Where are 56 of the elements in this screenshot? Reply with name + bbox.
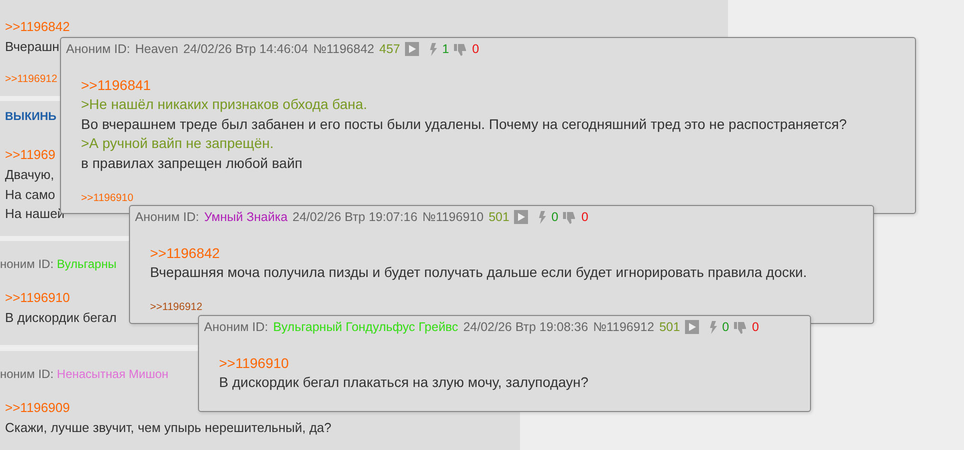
- reply-link[interactable]: >>1196841: [81, 75, 151, 95]
- poster-label: ноним ID:: [0, 367, 54, 381]
- poster-label: Аноним ID:: [66, 41, 130, 57]
- backlink[interactable]: >>1196912: [150, 300, 202, 313]
- poster-label: Аноним ID:: [204, 319, 268, 335]
- post-text: Во вчерашнем треде был забанен и его посты были удалены. Почему на сегодняшний тред это не распостраняется?: [81, 114, 847, 134]
- post-date: 24/02/26 Втр 14:46:04: [183, 41, 308, 57]
- post-text: Скажи, лучше звучит, чем упырь нерешительный, да?: [5, 419, 332, 437]
- backlink[interactable]: >>1196912: [5, 72, 58, 84]
- lightning-icon[interactable]: [429, 42, 438, 56]
- post-number[interactable]: №1196910: [422, 209, 484, 225]
- backlink[interactable]: >>1196910: [81, 192, 134, 204]
- lightning-icon[interactable]: [709, 320, 718, 334]
- like-count: 0: [722, 319, 730, 335]
- poster-name: Вульгарны: [56, 257, 116, 271]
- reply-link[interactable]: >>1196909: [5, 398, 70, 418]
- thumbs-down-icon[interactable]: [454, 42, 468, 56]
- post-text: Двачую,: [5, 166, 54, 184]
- thumbs-down-icon[interactable]: [734, 320, 748, 334]
- reply-link[interactable]: >>1196842: [5, 17, 70, 37]
- quote-text: >А ручной вайп не запрещён.: [81, 134, 274, 154]
- post-text: В дискордик бегал: [5, 309, 117, 327]
- post-count: 501: [488, 209, 510, 225]
- poster-label: Аноним ID:: [135, 209, 200, 225]
- post-text: В дискордик бегал плакаться на злую мочу, залуподаун?: [219, 373, 588, 392]
- post-date: 24/02/26 Втр 19:07:16: [292, 209, 418, 225]
- post-count: 501: [659, 319, 680, 335]
- post-number[interactable]: №1196912: [593, 319, 654, 335]
- poster-name: Heaven: [135, 41, 178, 57]
- thread-title: ВЫКИНЬ: [5, 110, 56, 125]
- thumbs-down-icon[interactable]: [563, 210, 576, 224]
- lightning-icon[interactable]: [538, 210, 546, 224]
- post-text: На само: [5, 186, 56, 204]
- poster-name: Умный Знайка: [204, 209, 288, 225]
- poster-label: ноним ID:: [0, 257, 54, 271]
- quote-text: >Не нашёл никаких признаков обхода бана.: [81, 95, 368, 114]
- like-count: 0: [551, 209, 558, 225]
- post-text: Вчерашн: [5, 38, 60, 56]
- dislike-count: 0: [581, 209, 588, 225]
- poster-name: Вульгарный Гондульфус Грейвс: [273, 319, 458, 335]
- play-icon[interactable]: [405, 42, 420, 56]
- post-count: 457: [379, 41, 400, 57]
- reply-link[interactable]: >>1196910: [219, 353, 289, 373]
- poster-name: Ненасытная Мишон: [56, 367, 168, 381]
- dislike-count: 0: [752, 319, 759, 335]
- play-icon[interactable]: [514, 210, 528, 224]
- post-text: в правилах запрещен любой вайп: [81, 154, 302, 174]
- post-date: 24/02/26 Втр 19:08:36: [463, 319, 588, 335]
- play-icon[interactable]: [685, 320, 700, 334]
- reply-link[interactable]: >>1196842: [150, 243, 220, 263]
- post-number[interactable]: №1196842: [313, 41, 374, 57]
- reply-link[interactable]: >>1196910: [5, 288, 70, 308]
- dislike-count: 0: [472, 41, 480, 57]
- reply-link[interactable]: >>11969: [5, 145, 56, 165]
- post-text: Вчерашняя моча получила пизды и будет получать дальше если будет игнорировать правила доски.: [150, 263, 807, 282]
- like-count: 1: [442, 41, 450, 57]
